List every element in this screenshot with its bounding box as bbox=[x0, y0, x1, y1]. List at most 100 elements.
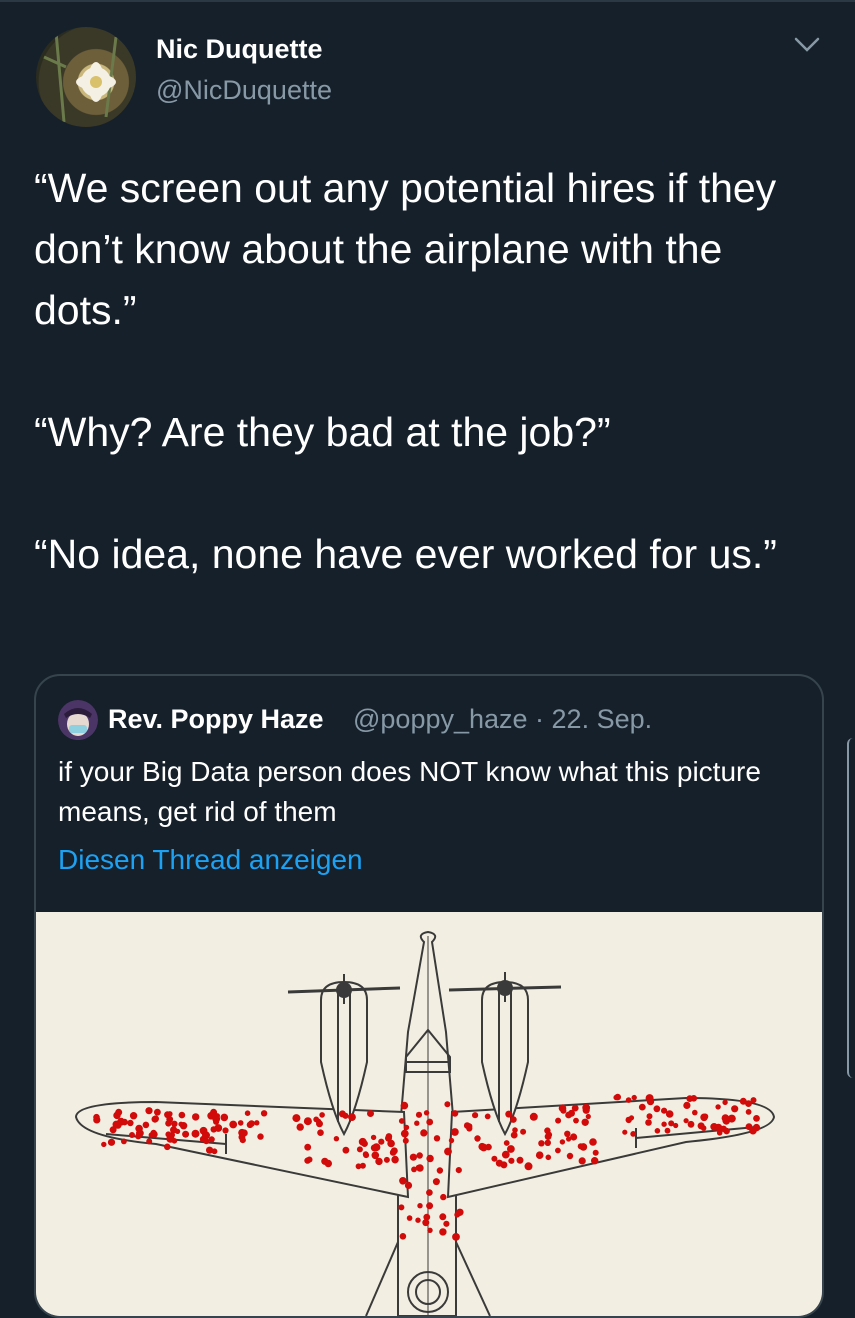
bullet-hole-dot bbox=[420, 1130, 427, 1137]
bullet-hole-dot bbox=[721, 1114, 730, 1122]
bullet-hole-dot bbox=[403, 1124, 410, 1131]
bullet-hole-dot bbox=[716, 1130, 723, 1136]
bullet-hole-dot bbox=[417, 1203, 423, 1209]
bullet-hole-dot bbox=[560, 1107, 567, 1114]
bullet-hole-dot bbox=[585, 1113, 591, 1120]
bullet-hole-dot bbox=[592, 1149, 599, 1156]
bullet-hole-dot bbox=[451, 1110, 459, 1117]
bullet-hole-dot bbox=[303, 1117, 312, 1126]
tweet-paragraph: “No idea, none have ever worked for us.” bbox=[34, 531, 777, 577]
bullet-hole-dot bbox=[426, 1154, 434, 1163]
bullet-hole-dot bbox=[507, 1145, 515, 1153]
bullet-hole-dot bbox=[165, 1120, 172, 1127]
bullet-hole-dot bbox=[472, 1112, 479, 1119]
bullet-hole-dot bbox=[439, 1213, 447, 1221]
bullet-hole-dot bbox=[646, 1097, 655, 1106]
bullet-hole-dot bbox=[723, 1127, 730, 1135]
bullet-hole-dot bbox=[260, 1110, 268, 1117]
bullet-hole-dot bbox=[220, 1113, 229, 1122]
bullet-hole-dot bbox=[167, 1111, 173, 1117]
bullet-hole-dot bbox=[348, 1113, 356, 1121]
bullet-hole-dot bbox=[317, 1129, 324, 1136]
bullet-hole-dot bbox=[646, 1113, 653, 1120]
bullet-hole-dot bbox=[415, 1164, 422, 1171]
bullet-hole-dot bbox=[398, 1204, 405, 1211]
bullet-hole-dot bbox=[426, 1202, 434, 1210]
airplane-image[interactable] bbox=[36, 912, 822, 1316]
tweet-text: “We screen out any potential hires if th… bbox=[34, 158, 824, 585]
bullet-hole-dot bbox=[710, 1123, 718, 1131]
bullet-hole-dot bbox=[107, 1138, 116, 1146]
bullet-hole-dot bbox=[452, 1233, 460, 1241]
bullet-hole-dot bbox=[206, 1146, 214, 1154]
bullet-hole-dot bbox=[545, 1131, 553, 1139]
bullet-hole-dot bbox=[415, 1111, 423, 1118]
bullet-hole-dot bbox=[683, 1101, 691, 1109]
bullet-hole-dot bbox=[296, 1123, 304, 1131]
bullet-hole-dot bbox=[402, 1137, 409, 1144]
quoted-tweet-card[interactable]: Rev. Poppy Haze @poppy_haze · 22. Sep. i… bbox=[34, 674, 824, 1318]
bullet-hole-dot bbox=[178, 1121, 184, 1127]
bullet-hole-dot bbox=[304, 1143, 312, 1151]
bullet-hole-dot bbox=[503, 1140, 510, 1146]
bullet-hole-dot bbox=[222, 1127, 229, 1134]
quoted-author-name[interactable]: Rev. Poppy Haze bbox=[108, 704, 324, 735]
bullet-hole-dot bbox=[114, 1121, 122, 1129]
bullet-hole-dot bbox=[416, 1152, 423, 1159]
author-display-name[interactable]: Nic Duquette bbox=[156, 34, 323, 65]
bullet-hole-dot bbox=[749, 1126, 757, 1135]
chevron-down-icon[interactable] bbox=[792, 34, 822, 56]
bullet-hole-dot bbox=[692, 1109, 698, 1116]
author-handle[interactable]: @NicDuquette bbox=[156, 75, 332, 106]
bullet-hole-dot bbox=[463, 1122, 471, 1129]
bullet-hole-dot bbox=[115, 1108, 123, 1116]
bullet-hole-dot bbox=[257, 1133, 264, 1140]
show-thread-link[interactable]: Diesen Thread anzeigen bbox=[58, 844, 363, 876]
bullet-hole-dot bbox=[170, 1126, 178, 1134]
bullet-hole-dot bbox=[524, 1162, 533, 1171]
bullet-hole-dot bbox=[443, 1220, 450, 1227]
top-divider bbox=[0, 0, 855, 2]
bullet-hole-dot bbox=[578, 1157, 586, 1165]
author-avatar[interactable] bbox=[36, 27, 136, 127]
bullet-hole-dot bbox=[697, 1122, 705, 1130]
bullet-hole-dot bbox=[238, 1133, 246, 1141]
bullet-hole-dot bbox=[451, 1128, 459, 1136]
bullet-hole-dot bbox=[415, 1217, 421, 1223]
bullet-hole-dot bbox=[630, 1131, 637, 1137]
bullet-hole-dot bbox=[426, 1189, 433, 1196]
tweet-paragraph: “Why? Are they bad at the job?” bbox=[34, 409, 611, 455]
bullet-hole-dot bbox=[178, 1111, 186, 1119]
tweet-paragraph: “We screen out any potential hires if th… bbox=[34, 165, 777, 333]
bullet-hole-dot bbox=[182, 1130, 190, 1138]
bullet-hole-dot bbox=[237, 1120, 244, 1126]
bullet-hole-dot bbox=[582, 1106, 590, 1114]
bullet-hole-dot bbox=[683, 1118, 689, 1124]
bullet-hole-dot bbox=[400, 1101, 409, 1110]
bullet-hole-dot bbox=[404, 1181, 413, 1189]
bullet-hole-dot bbox=[93, 1113, 100, 1121]
bullet-hole-dot bbox=[363, 1152, 370, 1159]
bullet-hole-dot bbox=[545, 1154, 552, 1161]
bullet-hole-dot bbox=[661, 1121, 667, 1127]
bullet-hole-dot bbox=[319, 1112, 325, 1118]
bullet-hole-dot bbox=[436, 1167, 444, 1174]
bullet-hole-dot bbox=[687, 1120, 695, 1128]
bullet-hole-dot bbox=[399, 1233, 407, 1240]
bullet-hole-dot bbox=[338, 1110, 346, 1118]
bullet-hole-dot bbox=[500, 1161, 508, 1169]
bullet-hole-dot bbox=[229, 1120, 238, 1129]
bullet-hole-dot bbox=[409, 1153, 417, 1161]
bullet-hole-dot bbox=[440, 1193, 447, 1201]
bullet-hole-dot bbox=[474, 1135, 481, 1142]
bullet-hole-dot bbox=[559, 1139, 566, 1145]
bullet-hole-dot bbox=[570, 1133, 578, 1141]
cactus-flower-icon bbox=[43, 31, 118, 123]
bullet-hole-dot bbox=[152, 1115, 159, 1122]
bullet-hole-dot bbox=[753, 1115, 760, 1122]
bullet-hole-dot bbox=[722, 1099, 728, 1106]
bullet-hole-dot bbox=[508, 1157, 515, 1164]
bullet-hole-dot bbox=[127, 1119, 134, 1127]
bullet-hole-dot bbox=[129, 1132, 135, 1138]
bullet-hole-dot bbox=[665, 1110, 674, 1118]
